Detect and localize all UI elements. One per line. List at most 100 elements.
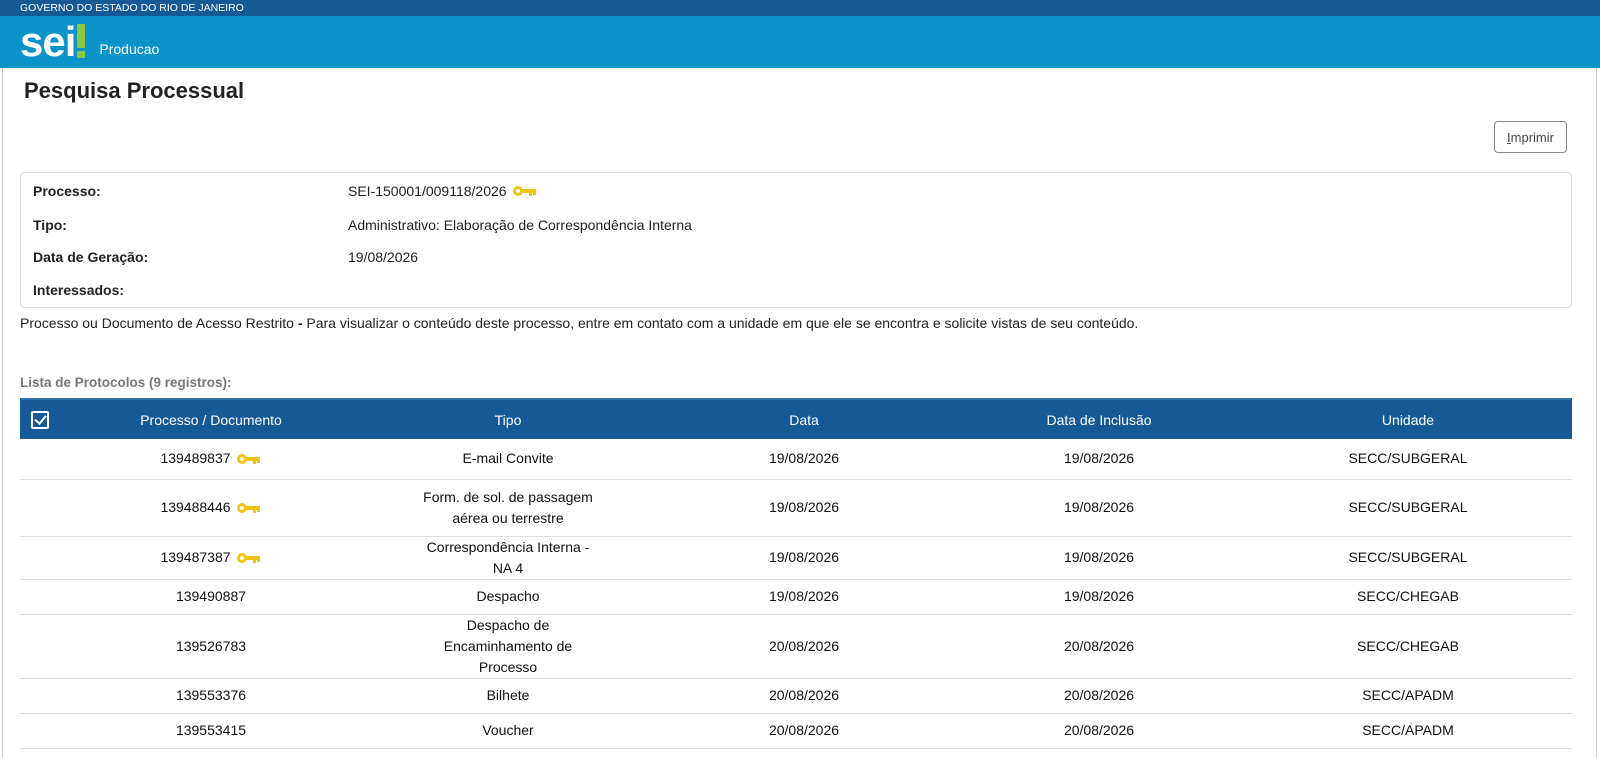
- tipo-cell: Despacho: [362, 579, 654, 615]
- column-header-inclusao: Data de Inclusão: [1046, 411, 1152, 428]
- protocol-table-body: 139489837 E-mail Convite 19/08/2026 19/08/2…: [20, 439, 1572, 749]
- inclusao-cell: 20/08/2026: [954, 713, 1244, 749]
- protocol-cell-content: 139490887: [176, 586, 246, 607]
- table-header-row: Processo / Documento Tipo Data Data de I…: [20, 399, 1572, 439]
- sei-logo-text: sei: [20, 18, 76, 65]
- table-row: 139489837 E-mail Convite 19/08/2026 19/08/2…: [20, 439, 1572, 480]
- row-select-cell: [20, 439, 60, 480]
- unidade-cell: SECC/APADM: [1244, 713, 1572, 749]
- row-select-cell: [20, 678, 60, 714]
- content-border-left: [2, 68, 3, 758]
- protocol-cell-content: 139526783: [176, 636, 246, 657]
- processo-row: Processo: SEI-150001/009118/2026: [33, 183, 538, 199]
- table-row: 139526783 Despacho de Encaminhamento de P…: [20, 614, 1572, 679]
- protocol-link[interactable]: 139489837: [160, 448, 230, 469]
- unidade-cell: SECC/SUBGERAL: [1244, 479, 1572, 537]
- processo-value-wrap: SEI-150001/009118/2026: [348, 183, 538, 199]
- tipo-value: Administrativo: Elaboração de Correspond…: [348, 217, 692, 233]
- protocol-cell: 139487387: [60, 536, 362, 580]
- inclusao-cell: 20/08/2026: [954, 614, 1244, 679]
- protocol-link[interactable]: 139553415: [176, 720, 246, 741]
- key-icon: [236, 453, 262, 465]
- protocol-cell-content: 139553376: [176, 685, 246, 706]
- processo-label: Processo:: [33, 183, 101, 199]
- column-header-processo: Processo / Documento: [140, 411, 282, 428]
- tipo-cell: Correspondência Interna - NA 4: [362, 536, 654, 580]
- unidade-cell: SECC/CHEGAB: [1244, 614, 1572, 679]
- data-cell: 19/08/2026: [654, 439, 954, 480]
- tipo-cell: Voucher: [362, 713, 654, 749]
- select-all-checkbox[interactable]: [20, 399, 60, 439]
- column-header-tipo: Tipo: [494, 411, 522, 428]
- row-select-cell: [20, 579, 60, 615]
- data-geracao-row: Data de Geração: 19/08/2026: [33, 249, 418, 265]
- restricted-access-notice: Processo ou Documento de Acesso Restrito…: [20, 315, 1138, 331]
- protocol-cell: 139553415: [60, 713, 362, 749]
- row-select-cell: [20, 713, 60, 749]
- sei-logo-mark-icon: [77, 22, 86, 62]
- government-label: GOVERNO DO ESTADO DO RIO DE JANEIRO: [20, 2, 244, 14]
- row-select-cell: [20, 536, 60, 580]
- data-cell: 20/08/2026: [654, 678, 954, 714]
- tipo-cell: Bilhete: [362, 678, 654, 714]
- key-icon: [236, 552, 262, 564]
- checkbox-icon: [31, 410, 49, 429]
- column-header-data: Data: [789, 411, 819, 428]
- data-geracao-value: 19/08/2026: [348, 249, 419, 265]
- inclusao-cell: 19/08/2026: [954, 479, 1244, 537]
- protocol-link[interactable]: 139487387: [160, 547, 230, 568]
- content-border-right: [1596, 68, 1597, 758]
- interessados-row: Interessados:: [33, 282, 348, 298]
- table-row: 139487387 Correspondência Interna - NA 41…: [20, 536, 1572, 580]
- print-button-label: Imprimir: [1507, 129, 1554, 145]
- inclusao-cell: 20/08/2026: [954, 678, 1244, 714]
- data-cell: 19/08/2026: [654, 579, 954, 615]
- protocol-link[interactable]: 139526783: [176, 636, 246, 657]
- protocol-cell: 139526783: [60, 614, 362, 679]
- environment-label: Producao: [99, 41, 160, 57]
- protocol-link[interactable]: 139553376: [176, 685, 246, 706]
- unidade-cell: SECC/SUBGERAL: [1244, 536, 1572, 580]
- row-select-cell: [20, 479, 60, 537]
- tipo-row: Tipo: Administrativo: Elaboração de Corr…: [33, 217, 692, 233]
- tipo-label: Tipo:: [33, 217, 67, 233]
- notice-text: Para visualizar o conteúdo deste process…: [306, 315, 1139, 331]
- inclusao-cell: 19/08/2026: [954, 579, 1244, 615]
- interessados-label: Interessados:: [33, 282, 125, 298]
- protocol-link[interactable]: 139490887: [176, 586, 246, 607]
- processo-value: SEI-150001/009118/2026: [348, 183, 507, 199]
- protocol-cell-content: 139489837: [160, 448, 261, 469]
- data-cell: 19/08/2026: [654, 536, 954, 580]
- data-cell: 20/08/2026: [654, 713, 954, 749]
- unidade-cell: SECC/APADM: [1244, 678, 1572, 714]
- sei-logo[interactable]: sei: [20, 18, 86, 65]
- row-select-cell: [20, 614, 60, 679]
- data-cell: 19/08/2026: [654, 479, 954, 537]
- app-header: sei Producao: [0, 16, 1600, 68]
- inclusao-cell: 19/08/2026: [954, 536, 1244, 580]
- key-icon: [512, 185, 538, 197]
- tipo-cell: Despacho de Encaminhamento de Processo: [362, 614, 654, 679]
- data-geracao-label: Data de Geração:: [33, 249, 149, 265]
- protocol-link[interactable]: 139488446: [160, 497, 230, 518]
- inclusao-cell: 19/08/2026: [954, 439, 1244, 480]
- government-bar: GOVERNO DO ESTADO DO RIO DE JANEIRO: [0, 0, 1600, 16]
- unidade-cell: SECC/SUBGERAL: [1244, 439, 1572, 480]
- protocol-table: Processo / Documento Tipo Data Data de I…: [20, 398, 1572, 749]
- page-title: Pesquisa Processual: [24, 78, 245, 103]
- protocol-cell: 139553376: [60, 678, 362, 714]
- protocol-cell-content: 139487387: [160, 547, 261, 568]
- tipo-cell: Form. de sol. de passagem aérea ou terre…: [362, 479, 654, 537]
- protocol-cell: 139490887: [60, 579, 362, 615]
- protocol-cell: 139488446: [60, 479, 362, 537]
- column-header-unidade: Unidade: [1381, 411, 1435, 428]
- tipo-cell: E-mail Convite: [362, 439, 654, 480]
- protocol-list-caption: Lista de Protocolos (9 registros):: [20, 375, 232, 390]
- data-cell: 20/08/2026: [654, 614, 954, 679]
- table-row: 139553415 Voucher 20/08/2026 20/08/2026 SECC…: [20, 713, 1572, 749]
- print-button[interactable]: Imprimir: [1494, 121, 1567, 153]
- protocol-cell-content: 139553415: [176, 720, 246, 741]
- protocol-cell-content: 139488446: [160, 497, 261, 518]
- table-row: 139553376 Bilhete 20/08/2026 20/08/2026 SECC…: [20, 678, 1572, 714]
- protocol-cell: 139489837: [60, 439, 362, 480]
